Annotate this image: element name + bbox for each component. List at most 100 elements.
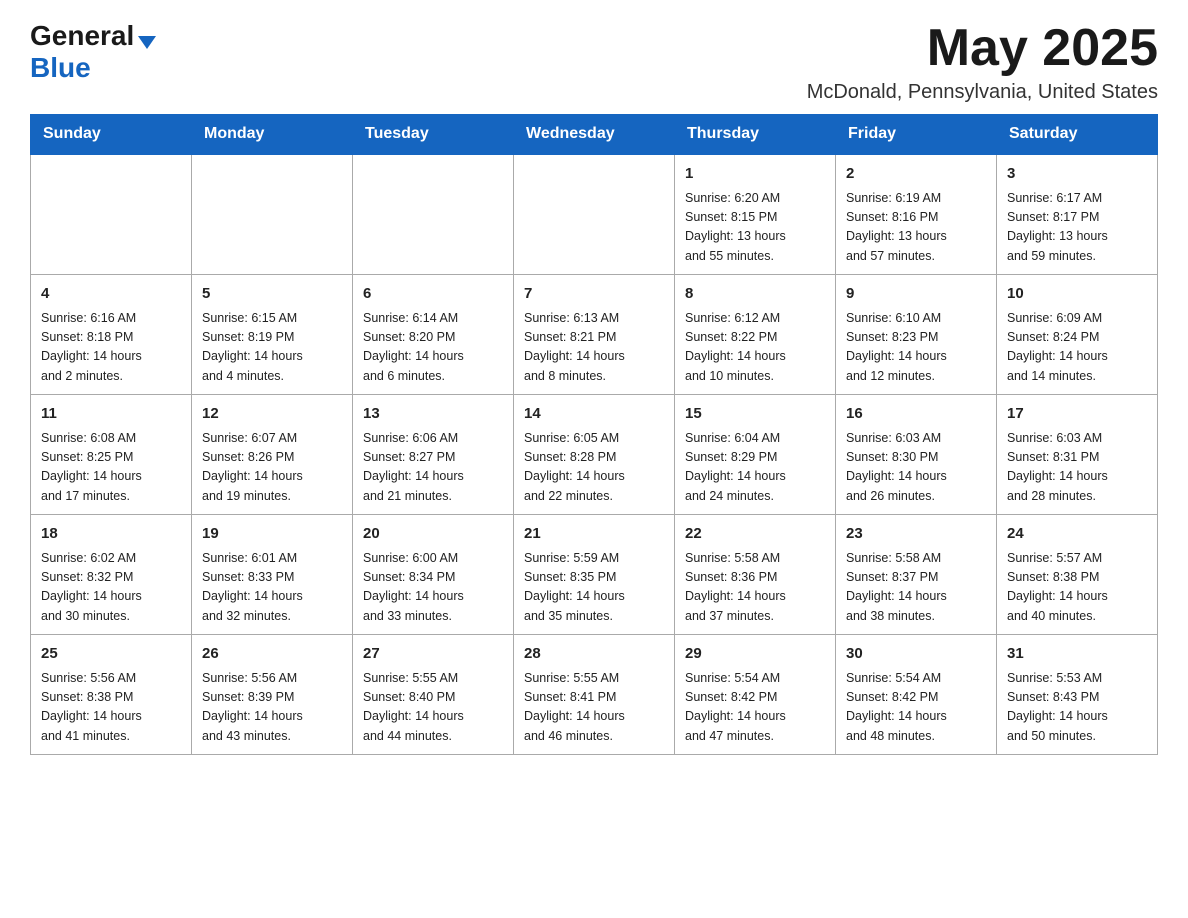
day-number: 29 xyxy=(685,643,825,666)
day-info: Sunrise: 5:58 AMSunset: 8:36 PMDaylight:… xyxy=(685,549,825,627)
day-info: Sunrise: 6:03 AMSunset: 8:31 PMDaylight:… xyxy=(1007,429,1147,507)
day-number: 26 xyxy=(202,643,342,666)
calendar-cell: 9 Sunrise: 6:10 AMSunset: 8:23 PMDaylight… xyxy=(836,275,997,395)
calendar-cell: 10 Sunrise: 6:09 AMSunset: 8:24 PMDayligh… xyxy=(997,275,1158,395)
calendar-cell: 5Sunrise: 6:15 AMSunset: 8:19 PMDaylight… xyxy=(192,275,353,395)
calendar-cell: 29 Sunrise: 5:54 AMSunset: 8:42 PMDayligh… xyxy=(675,635,836,755)
calendar-location: McDonald, Pennsylvania, United States xyxy=(807,81,1158,104)
day-info: Sunrise: 5:56 AMSunset: 8:38 PMDaylight:… xyxy=(41,669,181,747)
logo: General Blue xyxy=(30,20,156,84)
day-info: Sunrise: 6:16 AMSunset: 8:18 PMDaylight:… xyxy=(41,309,181,387)
calendar-cell xyxy=(353,154,514,275)
calendar-table: SundayMondayTuesdayWednesdayThursdayFrid… xyxy=(30,114,1158,755)
day-info: Sunrise: 6:08 AMSunset: 8:25 PMDaylight:… xyxy=(41,429,181,507)
day-number: 5 xyxy=(202,283,342,306)
calendar-cell: 26 Sunrise: 5:56 AMSunset: 8:39 PMDayligh… xyxy=(192,635,353,755)
day-info: Sunrise: 6:14 AMSunset: 8:20 PMDaylight:… xyxy=(363,309,503,387)
calendar-header: SundayMondayTuesdayWednesdayThursdayFrid… xyxy=(31,115,1158,155)
day-info: Sunrise: 6:07 AMSunset: 8:26 PMDaylight:… xyxy=(202,429,342,507)
title-block: May 2025 McDonald, Pennsylvania, United … xyxy=(807,20,1158,104)
calendar-cell: 20 Sunrise: 6:00 AMSunset: 8:34 PMDayligh… xyxy=(353,515,514,635)
calendar-cell: 7 Sunrise: 6:13 AMSunset: 8:21 PMDaylight… xyxy=(514,275,675,395)
calendar-cell: 25 Sunrise: 5:56 AMSunset: 8:38 PMDayligh… xyxy=(31,635,192,755)
day-number: 31 xyxy=(1007,643,1147,666)
day-number: 12 xyxy=(202,403,342,426)
calendar-cell: 21 Sunrise: 5:59 AMSunset: 8:35 PMDayligh… xyxy=(514,515,675,635)
calendar-cell: 17 Sunrise: 6:03 AMSunset: 8:31 PMDayligh… xyxy=(997,395,1158,515)
day-of-week-wednesday: Wednesday xyxy=(514,115,675,155)
day-number: 7 xyxy=(524,283,664,306)
calendar-cell: 3Sunrise: 6:17 AMSunset: 8:17 PMDaylight… xyxy=(997,154,1158,275)
calendar-cell xyxy=(31,154,192,275)
calendar-cell: 23 Sunrise: 5:58 AMSunset: 8:37 PMDayligh… xyxy=(836,515,997,635)
calendar-cell: 12 Sunrise: 6:07 AMSunset: 8:26 PMDayligh… xyxy=(192,395,353,515)
calendar-cell: 16 Sunrise: 6:03 AMSunset: 8:30 PMDayligh… xyxy=(836,395,997,515)
day-info: Sunrise: 6:17 AMSunset: 8:17 PMDaylight:… xyxy=(1007,189,1147,267)
day-number: 16 xyxy=(846,403,986,426)
day-number: 25 xyxy=(41,643,181,666)
day-info: Sunrise: 5:57 AMSunset: 8:38 PMDaylight:… xyxy=(1007,549,1147,627)
day-info: Sunrise: 6:13 AMSunset: 8:21 PMDaylight:… xyxy=(524,309,664,387)
calendar-week-4: 18 Sunrise: 6:02 AMSunset: 8:32 PMDayligh… xyxy=(31,515,1158,635)
day-info: Sunrise: 5:56 AMSunset: 8:39 PMDaylight:… xyxy=(202,669,342,747)
day-number: 20 xyxy=(363,523,503,546)
day-number: 9 xyxy=(846,283,986,306)
day-number: 19 xyxy=(202,523,342,546)
day-info: Sunrise: 6:09 AMSunset: 8:24 PMDaylight:… xyxy=(1007,309,1147,387)
day-info: Sunrise: 5:53 AMSunset: 8:43 PMDaylight:… xyxy=(1007,669,1147,747)
day-info: Sunrise: 6:06 AMSunset: 8:27 PMDaylight:… xyxy=(363,429,503,507)
day-info: Sunrise: 6:03 AMSunset: 8:30 PMDaylight:… xyxy=(846,429,986,507)
day-info: Sunrise: 5:54 AMSunset: 8:42 PMDaylight:… xyxy=(685,669,825,747)
day-number: 11 xyxy=(41,403,181,426)
day-info: Sunrise: 6:00 AMSunset: 8:34 PMDaylight:… xyxy=(363,549,503,627)
day-of-week-friday: Friday xyxy=(836,115,997,155)
day-number: 21 xyxy=(524,523,664,546)
day-info: Sunrise: 5:58 AMSunset: 8:37 PMDaylight:… xyxy=(846,549,986,627)
day-info: Sunrise: 5:55 AMSunset: 8:41 PMDaylight:… xyxy=(524,669,664,747)
calendar-cell: 11 Sunrise: 6:08 AMSunset: 8:25 PMDayligh… xyxy=(31,395,192,515)
day-number: 13 xyxy=(363,403,503,426)
day-info: Sunrise: 6:02 AMSunset: 8:32 PMDaylight:… xyxy=(41,549,181,627)
day-number: 15 xyxy=(685,403,825,426)
day-number: 23 xyxy=(846,523,986,546)
page-header: General Blue May 2025 McDonald, Pennsylv… xyxy=(30,20,1158,104)
calendar-title: May 2025 xyxy=(807,20,1158,77)
day-number: 4 xyxy=(41,283,181,306)
day-number: 17 xyxy=(1007,403,1147,426)
calendar-week-1: 1 Sunrise: 6:20 AMSunset: 8:15 PMDaylight… xyxy=(31,154,1158,275)
calendar-cell: 27Sunrise: 5:55 AMSunset: 8:40 PMDayligh… xyxy=(353,635,514,755)
calendar-cell: 30Sunrise: 5:54 AMSunset: 8:42 PMDayligh… xyxy=(836,635,997,755)
day-number: 1 xyxy=(685,163,825,186)
day-number: 6 xyxy=(363,283,503,306)
day-number: 24 xyxy=(1007,523,1147,546)
day-number: 22 xyxy=(685,523,825,546)
day-info: Sunrise: 5:54 AMSunset: 8:42 PMDaylight:… xyxy=(846,669,986,747)
day-of-week-monday: Monday xyxy=(192,115,353,155)
day-number: 2 xyxy=(846,163,986,186)
calendar-cell: 13 Sunrise: 6:06 AMSunset: 8:27 PMDayligh… xyxy=(353,395,514,515)
calendar-cell: 18 Sunrise: 6:02 AMSunset: 8:32 PMDayligh… xyxy=(31,515,192,635)
calendar-cell xyxy=(514,154,675,275)
day-info: Sunrise: 6:01 AMSunset: 8:33 PMDaylight:… xyxy=(202,549,342,627)
day-info: Sunrise: 6:05 AMSunset: 8:28 PMDaylight:… xyxy=(524,429,664,507)
calendar-cell xyxy=(192,154,353,275)
day-info: Sunrise: 6:20 AMSunset: 8:15 PMDaylight:… xyxy=(685,189,825,267)
calendar-cell: 28Sunrise: 5:55 AMSunset: 8:41 PMDayligh… xyxy=(514,635,675,755)
day-info: Sunrise: 6:10 AMSunset: 8:23 PMDaylight:… xyxy=(846,309,986,387)
calendar-cell: 8Sunrise: 6:12 AMSunset: 8:22 PMDaylight… xyxy=(675,275,836,395)
day-info: Sunrise: 5:59 AMSunset: 8:35 PMDaylight:… xyxy=(524,549,664,627)
calendar-cell: 24 Sunrise: 5:57 AMSunset: 8:38 PMDayligh… xyxy=(997,515,1158,635)
day-info: Sunrise: 6:19 AMSunset: 8:16 PMDaylight:… xyxy=(846,189,986,267)
calendar-cell: 22 Sunrise: 5:58 AMSunset: 8:36 PMDayligh… xyxy=(675,515,836,635)
logo-arrow-icon xyxy=(138,36,156,49)
day-info: Sunrise: 6:12 AMSunset: 8:22 PMDaylight:… xyxy=(685,309,825,387)
logo-blue: Blue xyxy=(30,52,91,83)
calendar-week-3: 11 Sunrise: 6:08 AMSunset: 8:25 PMDayligh… xyxy=(31,395,1158,515)
day-number: 10 xyxy=(1007,283,1147,306)
day-number: 18 xyxy=(41,523,181,546)
day-info: Sunrise: 5:55 AMSunset: 8:40 PMDaylight:… xyxy=(363,669,503,747)
calendar-cell: 1 Sunrise: 6:20 AMSunset: 8:15 PMDaylight… xyxy=(675,154,836,275)
calendar-cell: 15Sunrise: 6:04 AMSunset: 8:29 PMDayligh… xyxy=(675,395,836,515)
day-of-week-tuesday: Tuesday xyxy=(353,115,514,155)
calendar-body: 1 Sunrise: 6:20 AMSunset: 8:15 PMDaylight… xyxy=(31,154,1158,755)
